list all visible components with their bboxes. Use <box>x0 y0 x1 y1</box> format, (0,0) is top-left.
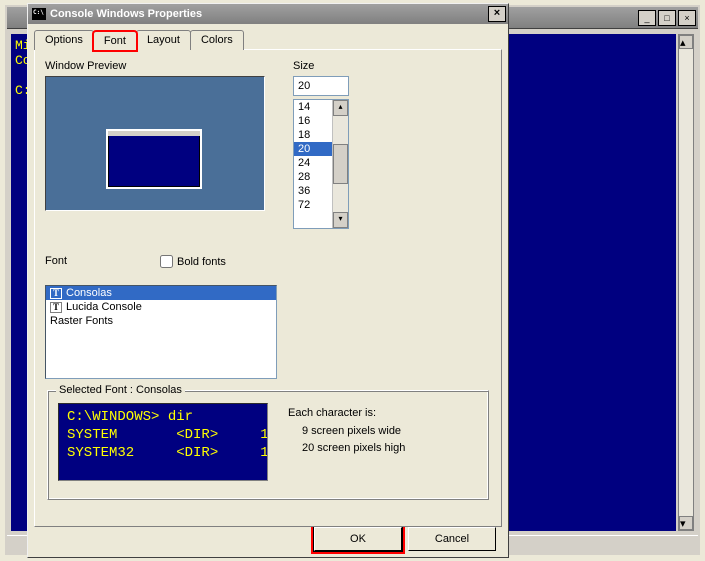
minimize-button[interactable]: _ <box>638 10 656 26</box>
sample-line: SYSTEM32 <DIR> 10 <box>67 445 268 461</box>
font-option-raster[interactable]: Raster Fonts <box>46 314 276 328</box>
dialog-titlebar[interactable]: Console Windows Properties × <box>28 4 508 24</box>
maximize-button[interactable]: □ <box>658 10 676 26</box>
font-sample: C:\WINDOWS> dir SYSTEM <DIR> 10 SYSTEM32… <box>58 403 268 481</box>
selected-font-groupbox: Selected Font : Consolas C:\WINDOWS> dir… <box>47 390 489 500</box>
tab-bar: Options Font Layout Colors <box>34 30 502 50</box>
truetype-icon: T <box>50 302 62 313</box>
tab-options[interactable]: Options <box>34 30 94 50</box>
size-option[interactable]: 14 <box>294 100 332 114</box>
tab-panel-font: Window Preview Size 14 16 18 20 24 28 36 <box>34 49 502 527</box>
bold-fonts-label: Bold fonts <box>177 256 226 268</box>
size-option[interactable]: 28 <box>294 170 332 184</box>
window-preview-label: Window Preview <box>45 60 491 72</box>
size-listbox[interactable]: 14 16 18 20 24 28 36 72 ▴ ▾ <box>293 99 349 229</box>
scroll-down-icon[interactable]: ▾ <box>679 516 693 530</box>
groupbox-title: Selected Font : Consolas <box>56 384 185 396</box>
bold-fonts-input[interactable] <box>160 255 173 268</box>
font-name: Consolas <box>66 287 112 299</box>
bold-fonts-checkbox[interactable]: Bold fonts <box>160 255 226 268</box>
scroll-thumb[interactable] <box>333 144 348 184</box>
tab-colors[interactable]: Colors <box>190 30 244 50</box>
close-button[interactable]: × <box>678 10 696 26</box>
char-info-header: Each character is: <box>288 405 405 423</box>
cancel-button[interactable]: Cancel <box>408 527 496 551</box>
font-listbox[interactable]: T Consolas T Lucida Console Raster Fonts <box>45 285 277 379</box>
size-option[interactable]: 24 <box>294 156 332 170</box>
scroll-up-icon[interactable]: ▴ <box>679 35 693 49</box>
font-option-lucida[interactable]: T Lucida Console <box>46 300 276 314</box>
sample-line: C:\WINDOWS> dir <box>67 409 193 425</box>
dialog-close-button[interactable]: × <box>488 6 506 22</box>
console-icon <box>32 8 46 20</box>
window-preview <box>45 76 265 211</box>
size-scrollbar[interactable]: ▴ ▾ <box>332 100 348 228</box>
bg-scrollbar-vertical[interactable]: ▴ ▾ <box>678 34 694 531</box>
ok-button[interactable]: OK <box>314 527 402 551</box>
size-option-selected[interactable]: 20 <box>294 142 332 156</box>
dialog-title: Console Windows Properties <box>50 8 202 20</box>
font-option-consolas[interactable]: T Consolas <box>46 286 276 300</box>
size-option[interactable]: 16 <box>294 114 332 128</box>
size-label: Size <box>293 60 349 72</box>
char-info-width: 9 screen pixels wide <box>288 423 405 441</box>
scroll-up-icon[interactable]: ▴ <box>333 100 348 116</box>
tab-font[interactable]: Font <box>93 31 137 51</box>
tab-layout[interactable]: Layout <box>136 30 191 50</box>
sample-line: SYSTEM <DIR> 10 <box>67 427 268 443</box>
character-info: Each character is: 9 screen pixels wide … <box>288 405 405 458</box>
scroll-down-icon[interactable]: ▾ <box>333 212 348 228</box>
size-option[interactable]: 72 <box>294 198 332 212</box>
preview-console-icon <box>106 129 202 189</box>
console-properties-dialog: Console Windows Properties × Options Fon… <box>27 3 509 558</box>
size-input[interactable] <box>293 76 349 96</box>
truetype-icon: T <box>50 288 62 299</box>
size-option[interactable]: 36 <box>294 184 332 198</box>
size-option[interactable]: 18 <box>294 128 332 142</box>
char-info-height: 20 screen pixels high <box>288 440 405 458</box>
font-name: Lucida Console <box>66 301 142 313</box>
font-name: Raster Fonts <box>50 315 113 327</box>
